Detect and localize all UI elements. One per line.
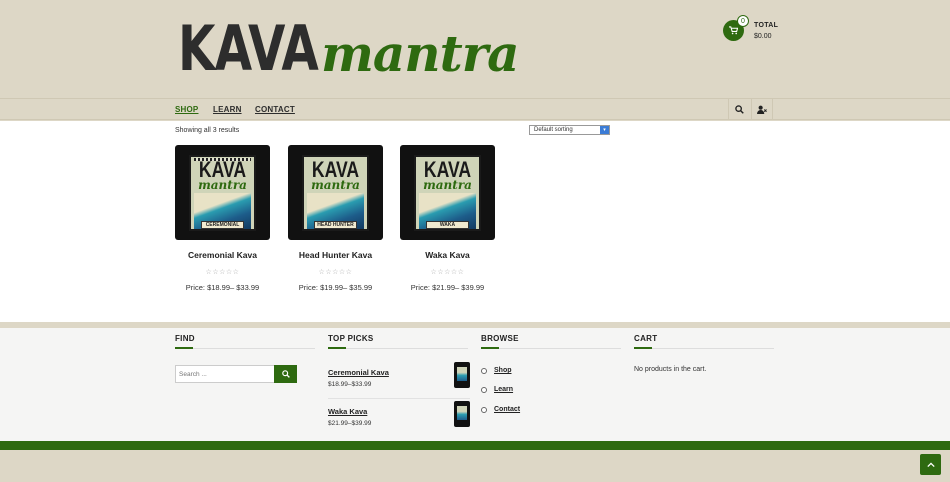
product-price: Price: $19.99– $35.99 [288,283,383,292]
top-pick-thumbnail[interactable] [454,362,470,388]
nav-item-shop[interactable]: SHOP [175,105,198,114]
price-range: $21.99– $39.99 [432,283,485,292]
chevron-up-icon [926,461,935,467]
kava-bag-illustration: KAVA mantra WAKA [414,155,481,231]
product-card[interactable]: KAVA mantra WAKA Waka Kava ☆☆☆☆☆ Price: … [400,145,495,292]
user-icon[interactable] [751,99,773,120]
product-card[interactable]: KAVA mantra CEREMONIAL Ceremonial Kava ☆… [175,145,270,292]
widget-divider [175,347,315,349]
cart-count-badge: 0 [737,15,749,27]
widget-divider [634,347,774,349]
cart-empty-message: No products in the cart. [634,366,707,373]
top-pick-thumbnail[interactable] [454,401,470,427]
back-to-top-button[interactable] [920,454,941,475]
browse-link-label[interactable]: Contact [494,406,520,413]
product-name[interactable]: Ceremonial Kava [175,250,270,260]
browse-link-learn[interactable]: Learn [481,386,513,393]
product-image[interactable]: KAVA mantra CEREMONIAL [175,145,270,240]
cart-glyph [729,26,738,35]
star-rating: ☆☆☆☆☆ [205,269,240,276]
widget-divider [481,347,621,349]
product-image[interactable]: KAVA mantra HEAD HUNTER [288,145,383,240]
main-nav: SHOP LEARN CONTACT [0,98,950,120]
circle-bullet-icon [481,386,487,393]
star-rating: ☆☆☆☆☆ [318,269,353,276]
top-pick-name[interactable]: Ceremonial Kava [328,368,470,377]
nav-item-learn[interactable]: LEARN [213,105,242,114]
logo-kava-text: KAVA [178,12,319,85]
site-logo[interactable]: KAVA mantra [178,12,519,85]
kava-bag-illustration: KAVA mantra CEREMONIAL [189,155,256,231]
product-image[interactable]: KAVA mantra WAKA [400,145,495,240]
site-bottom [0,450,950,482]
bag-brand-script: mantra [198,178,247,192]
header-cart[interactable]: 0 TOTAL $0.00 [723,15,778,41]
top-pick-item[interactable]: Waka Kava $21.99–$39.99 [328,401,470,427]
footer-accent-bar [0,441,950,450]
top-pick-item[interactable]: Ceremonial Kava $18.99–$33.99 [328,362,470,388]
search-icon [281,370,290,378]
user-glyph [757,105,767,114]
chevron-down-icon: ▾ [600,126,609,134]
product-name[interactable]: Waka Kava [400,250,495,260]
footer-widgets: FIND TOP PICKS Ceremonial Kava $18.99–$3… [0,322,950,441]
kava-bag-illustration: KAVA mantra HEAD HUNTER [302,155,369,231]
footer-search-input[interactable] [175,365,275,383]
widget-title-find: FIND [175,334,195,343]
browse-link-contact[interactable]: Contact [481,406,520,413]
cart-total-label: TOTAL [754,21,779,29]
shop-main: Showing all 3 results Default sorting ▾ … [0,121,950,322]
cart-total-value: $0.00 [754,32,772,40]
bag-brand-script: mantra [311,178,360,192]
top-pick-price: $21.99–$39.99 [328,420,372,427]
logo-mantra-text: mantra [321,24,519,83]
cart-summary[interactable]: TOTAL $0.00 [754,22,778,40]
search-glyph [735,105,744,114]
price-label: Price: [410,283,430,292]
circle-bullet-icon [481,406,487,413]
browse-link-label[interactable]: Shop [494,367,512,374]
site-header: KAVA mantra 0 TOTAL $0.00 [0,0,950,98]
price-label: Price: [185,283,205,292]
top-pick-price: $18.99–$33.99 [328,381,372,388]
widget-divider [328,347,468,349]
bag-variety-label: HEAD HUNTER [314,221,357,229]
widget-title-browse: BROWSE [481,334,519,343]
result-count: Showing all 3 results [175,127,240,134]
search-icon[interactable] [728,99,750,120]
nav-item-contact[interactable]: CONTACT [255,105,295,114]
sort-select[interactable]: Default sorting ▾ [529,125,610,135]
top-pick-name[interactable]: Waka Kava [328,407,470,416]
widget-title-top-picks: TOP PICKS [328,334,374,343]
price-range: $18.99– $33.99 [207,283,260,292]
top-pick-divider [328,398,470,399]
product-price: Price: $21.99– $39.99 [400,283,495,292]
bag-variety-label: WAKA [426,221,469,229]
bag-variety-label: CEREMONIAL [201,221,244,229]
sort-select-value: Default sorting [534,127,573,133]
price-label: Price: [298,283,318,292]
browse-link-label[interactable]: Learn [494,386,513,393]
widget-title-cart: CART [634,334,658,343]
product-price: Price: $18.99– $33.99 [175,283,270,292]
product-name[interactable]: Head Hunter Kava [288,250,383,260]
product-card[interactable]: KAVA mantra HEAD HUNTER Head Hunter Kava… [288,145,383,292]
bag-brand-script: mantra [423,178,472,192]
footer-search-button[interactable] [274,365,297,383]
price-range: $19.99– $35.99 [320,283,373,292]
star-rating: ☆☆☆☆☆ [430,269,465,276]
cart-icon[interactable]: 0 [723,15,749,41]
circle-bullet-icon [481,367,487,374]
browse-link-shop[interactable]: Shop [481,367,512,374]
